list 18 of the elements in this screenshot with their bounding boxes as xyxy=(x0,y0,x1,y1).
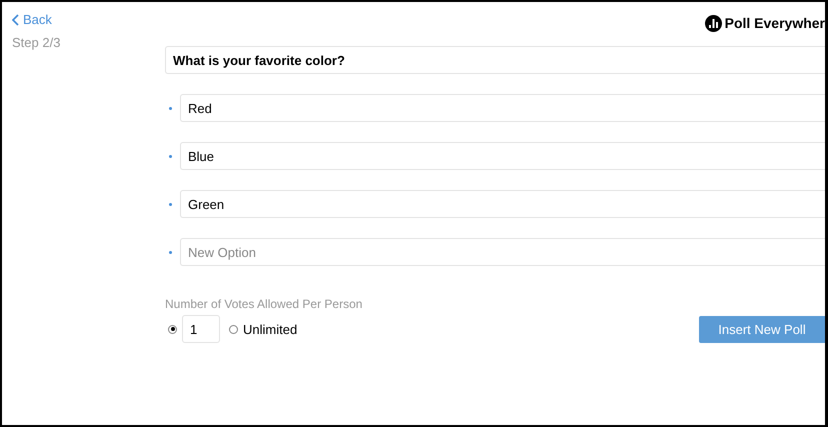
chevron-left-icon xyxy=(12,14,19,26)
logo-icon xyxy=(704,14,722,32)
radio-button[interactable] xyxy=(168,324,177,334)
question-field[interactable]: What is your favorite color? xyxy=(165,46,825,74)
radio-label: Unlimited xyxy=(243,322,298,336)
logo-text: Poll Everywher xyxy=(724,15,825,31)
bullet-icon xyxy=(169,106,172,110)
option-field[interactable]: New Option xyxy=(180,238,825,266)
bullet-icon xyxy=(169,202,172,206)
votes-number-field[interactable]: 1 xyxy=(182,315,220,343)
option-field[interactable]: Red xyxy=(180,94,825,122)
bullet-icon xyxy=(169,250,172,254)
radio-button[interactable] xyxy=(229,324,238,334)
bullet-icon xyxy=(169,154,172,158)
option-field[interactable]: Green xyxy=(180,190,825,218)
votes-label: Number of Votes Allowed Per Person xyxy=(165,297,364,311)
option-field[interactable]: Blue xyxy=(180,142,825,170)
step-indicator: Step 2/3 xyxy=(12,35,60,50)
